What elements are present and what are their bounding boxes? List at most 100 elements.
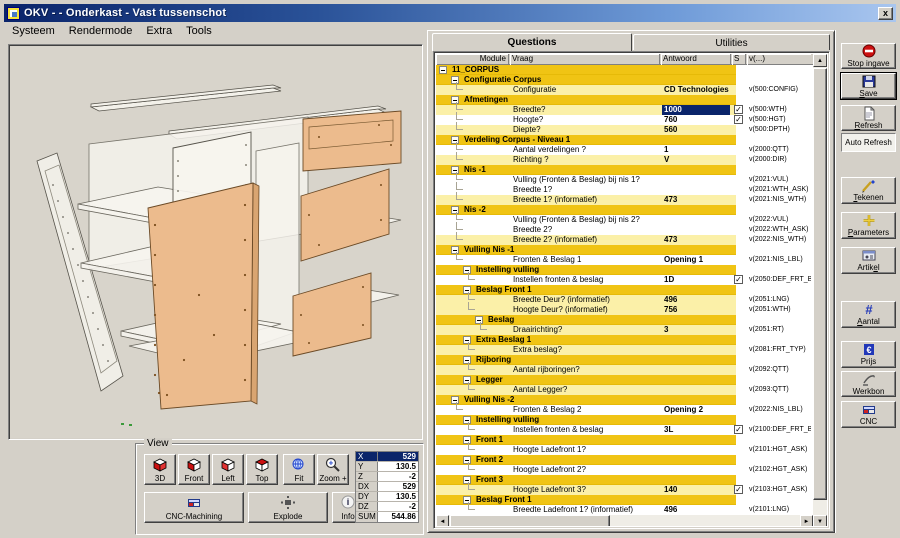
question-row[interactable]: Aantal rijboringen?v(2092:QTT): [436, 365, 813, 375]
question-row[interactable]: Fronten & Beslag 2Opening 2v(2022:NIS_LB…: [436, 405, 813, 415]
side-button-refresh[interactable]: Refresh: [841, 105, 896, 131]
view-button-front[interactable]: Front: [178, 454, 210, 485]
answer-cell[interactable]: 560: [664, 125, 730, 135]
answer-cell[interactable]: 3L: [664, 425, 730, 435]
answer-cell[interactable]: CD Technologies: [664, 85, 730, 95]
question-group-row[interactable]: Nis -2: [436, 205, 813, 215]
question-row[interactable]: Hoogte Ladefront 1?v(2101:HGT_ASK): [436, 445, 813, 455]
question-row[interactable]: Breedte 2? (informatief)473v(2022:NIS_WT…: [436, 235, 813, 245]
viewport-3d[interactable]: [8, 44, 423, 440]
column-header-module[interactable]: Module: [436, 54, 509, 65]
menu-item-tools[interactable]: Tools: [186, 25, 212, 37]
answer-cell[interactable]: 496: [664, 295, 730, 305]
answer-cell-selected[interactable]: 1000: [662, 105, 730, 115]
answer-cell[interactable]: 3: [664, 325, 730, 335]
question-group-row[interactable]: Nis -1: [436, 165, 813, 175]
question-row[interactable]: Vulling (Fronten & Beslag) bij nis 2?v(2…: [436, 215, 813, 225]
checkbox-checked[interactable]: ✓: [734, 275, 743, 284]
side-button-tekenen[interactable]: Tekenen: [841, 177, 896, 204]
question-row[interactable]: Breedte Ladefront 1? (informatief)496v(2…: [436, 505, 813, 515]
answer-cell[interactable]: 473: [664, 235, 730, 245]
question-row[interactable]: Aantal verdelingen ?1v(2000:QTT): [436, 145, 813, 155]
menu-item-extra[interactable]: Extra: [146, 25, 172, 37]
question-group-row[interactable]: Vulling Nis -1: [436, 245, 813, 255]
answer-cell[interactable]: Opening 1: [664, 255, 730, 265]
view-button-3d[interactable]: 3D: [144, 454, 176, 485]
close-button[interactable]: x: [878, 7, 893, 20]
question-group-row[interactable]: Vulling Nis -2: [436, 395, 813, 405]
answer-cell[interactable]: 140: [664, 485, 730, 495]
question-row[interactable]: Fronten & Beslag 1Opening 1v(2021:NIS_LB…: [436, 255, 813, 265]
question-group-row[interactable]: Front 2: [436, 455, 813, 465]
answer-cell[interactable]: 1D: [664, 275, 730, 285]
question-row[interactable]: Instellen fronten & beslag1D✓v(2050:DEF_…: [436, 275, 813, 285]
question-row[interactable]: Breedte 2?v(2022:WTH_ASK): [436, 225, 813, 235]
view-button-cnc-machining[interactable]: CNC-Machining: [144, 492, 244, 523]
question-row[interactable]: Breedte Deur? (informatief)496v(2051:LNG…: [436, 295, 813, 305]
question-group-row[interactable]: Beslag Front 1: [436, 495, 813, 505]
side-button-werkbon[interactable]: Werkbon: [841, 371, 896, 397]
question-row[interactable]: Hoogte Deur? (informatief)756v(2051:WTH): [436, 305, 813, 315]
question-row[interactable]: Hoogte Ladefront 2?v(2102:HGT_ASK): [436, 465, 813, 475]
question-row[interactable]: Hoogte?760✓v(500:HGT): [436, 115, 813, 125]
side-button-cnc[interactable]: CNC: [841, 401, 896, 428]
question-group-row[interactable]: Configuratie Corpus: [436, 75, 813, 85]
question-group-row[interactable]: Verdeling Corpus - Niveau 1: [436, 135, 813, 145]
tab-questions[interactable]: Questions: [432, 33, 632, 51]
question-row[interactable]: Draairichting?3v(2051:RT): [436, 325, 813, 335]
question-row[interactable]: Richting ?Vv(2000:DIR): [436, 155, 813, 165]
question-row[interactable]: Vulling (Fronten & Beslag) bij nis 1?v(2…: [436, 175, 813, 185]
view-button-fit[interactable]: Fit: [283, 454, 315, 485]
question-row[interactable]: Diepte?560v(500:DPTH): [436, 125, 813, 135]
side-button-artikel[interactable]: Artikel: [841, 247, 896, 274]
question-row[interactable]: Aantal Legger?v(2093:QTT): [436, 385, 813, 395]
question-row[interactable]: Hoogte Ladefront 3?140✓v(2103:HGT_ASK): [436, 485, 813, 495]
vertical-scrollbar[interactable]: ▲ ▼: [813, 54, 827, 526]
side-button-save[interactable]: Save: [841, 73, 896, 99]
column-header-s[interactable]: S: [732, 54, 746, 65]
answer-cell[interactable]: 760: [664, 115, 730, 125]
question-group-row[interactable]: Front 1: [436, 435, 813, 445]
collapse-icon[interactable]: [439, 66, 447, 74]
answer-cell[interactable]: 473: [664, 195, 730, 205]
column-header-vraag[interactable]: Vraag: [510, 54, 660, 65]
question-row[interactable]: Extra beslag?v(2081:FRT_TYP): [436, 345, 813, 355]
checkbox-checked[interactable]: ✓: [734, 115, 743, 124]
scroll-left-icon[interactable]: ◄: [436, 515, 449, 526]
question-group-row[interactable]: Extra Beslag 1: [436, 335, 813, 345]
answer-cell[interactable]: Opening 2: [664, 405, 730, 415]
scroll-down-icon[interactable]: ▼: [813, 515, 827, 526]
question-row[interactable]: Breedte?1000✓v(500:WTH): [436, 105, 813, 115]
tab-utilities[interactable]: Utilities: [633, 34, 830, 50]
question-row[interactable]: Breedte 1? (informatief)473v(2021:NIS_WT…: [436, 195, 813, 205]
answer-cell[interactable]: 496: [664, 505, 730, 515]
column-header-v[interactable]: v(...): [747, 54, 811, 65]
answer-cell[interactable]: V: [664, 155, 730, 165]
question-group-row[interactable]: Beslag Front 1: [436, 285, 813, 295]
side-button-prijs[interactable]: €Prijs: [841, 341, 896, 368]
question-group-row[interactable]: Afmetingen: [436, 95, 813, 105]
side-button-stop-ingave[interactable]: Stop ingave: [841, 43, 896, 69]
answer-cell[interactable]: 756: [664, 305, 730, 315]
question-group-row[interactable]: 11_CORPUS: [436, 65, 813, 75]
checkbox-checked[interactable]: ✓: [734, 485, 743, 494]
question-group-row[interactable]: Beslag: [436, 315, 813, 325]
question-group-row[interactable]: Front 3: [436, 475, 813, 485]
question-group-row[interactable]: Legger: [436, 375, 813, 385]
checkbox-checked[interactable]: ✓: [734, 105, 743, 114]
question-row[interactable]: Instellen fronten & beslag3L✓v(2100:DEF_…: [436, 425, 813, 435]
side-button-auto-refresh[interactable]: Auto Refresh: [841, 133, 896, 152]
side-button-aantal[interactable]: #Aantal: [841, 301, 896, 328]
side-button-parameters[interactable]: Parameters: [841, 212, 896, 239]
vertical-scrollbar-thumb[interactable]: [813, 68, 827, 500]
horizontal-scrollbar-thumb[interactable]: [450, 515, 610, 526]
view-button-explode[interactable]: Explode: [248, 492, 328, 523]
menu-item-rendermode[interactable]: Rendermode: [69, 25, 133, 37]
view-button-zoom[interactable]: +Zoom +: [317, 454, 349, 485]
question-row[interactable]: Breedte 1?v(2021:WTH_ASK): [436, 185, 813, 195]
question-group-row[interactable]: Instelling vulling: [436, 415, 813, 425]
scroll-up-icon[interactable]: ▲: [813, 54, 827, 67]
scroll-right-icon[interactable]: ►: [800, 515, 813, 526]
horizontal-scrollbar[interactable]: ◄ ►: [436, 515, 813, 526]
checkbox-checked[interactable]: ✓: [734, 425, 743, 434]
